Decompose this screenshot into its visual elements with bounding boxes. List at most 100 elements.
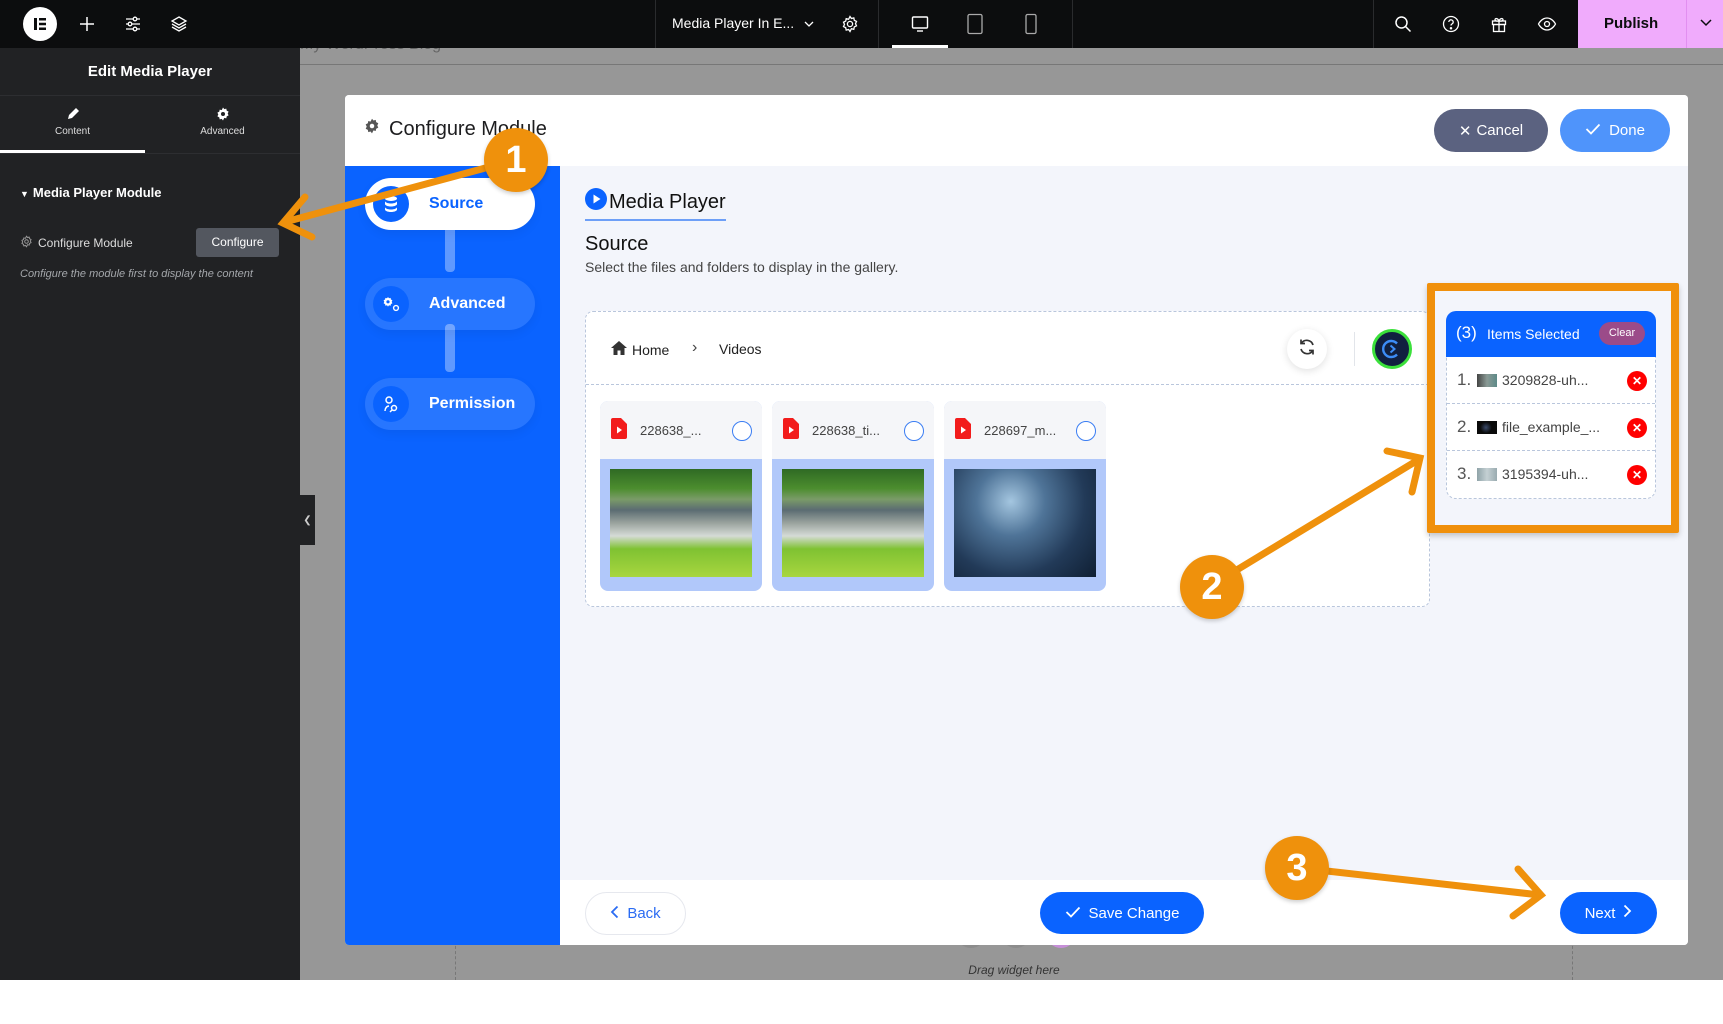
video-thumbnail <box>610 469 752 577</box>
step-permission[interactable]: Permission <box>365 378 535 430</box>
breadcrumb-home-label: Home <box>632 341 670 358</box>
file-select-radio[interactable] <box>1076 421 1096 441</box>
back-button[interactable]: Back <box>585 892 686 935</box>
item-name: 3209828-uh... <box>1502 372 1589 388</box>
chevron-right-icon <box>1623 904 1632 922</box>
steps-nav: Source Advanced Permission <box>345 166 560 945</box>
video-thumbnail <box>954 469 1096 577</box>
step-advanced-label: Advanced <box>429 295 506 312</box>
configure-hint: Configure the module first to display th… <box>20 268 253 280</box>
toolbar-divider <box>1354 332 1355 366</box>
tab-advanced[interactable]: Advanced <box>150 106 295 137</box>
breadcrumb-current[interactable]: Videos <box>719 341 762 357</box>
next-button[interactable]: Next <box>1560 892 1657 934</box>
section-description: Select the files and folders to display … <box>585 259 899 275</box>
file-name: 228638_... <box>640 423 702 438</box>
back-label: Back <box>627 905 661 922</box>
module-name-text: Media Player <box>609 190 726 213</box>
section-title: Media Player Module <box>32 185 162 200</box>
gift-icon[interactable] <box>1487 12 1511 36</box>
page-title-dropdown[interactable]: Media Player In E... <box>672 15 794 31</box>
active-device-indicator <box>892 45 948 48</box>
chevron-left-icon <box>610 905 619 923</box>
chevron-down-icon[interactable] <box>797 12 821 36</box>
tab-content-label: Content <box>54 126 91 137</box>
video-file-icon <box>955 418 971 444</box>
selected-label: Items Selected <box>1487 326 1580 342</box>
panel-divider <box>0 95 300 96</box>
section-toggle-media-player-module[interactable]: ▼ Media Player Module <box>20 185 162 200</box>
tab-content[interactable]: Content <box>0 106 145 137</box>
play-circle-icon <box>585 188 607 216</box>
layers-icon[interactable] <box>167 12 191 36</box>
desktop-icon[interactable] <box>908 12 932 36</box>
search-icon[interactable] <box>1391 12 1415 36</box>
eye-icon[interactable] <box>1535 12 1559 36</box>
refresh-icon <box>1298 338 1316 361</box>
file-card[interactable]: 228638_ti... <box>772 401 934 591</box>
save-label: Save Change <box>1088 904 1180 922</box>
file-name: 228638_ti... <box>812 423 880 438</box>
selected-count: (3) <box>1456 323 1477 342</box>
tab-advanced-label: Advanced <box>200 126 245 137</box>
page-settings-gear-icon[interactable] <box>838 12 862 36</box>
remove-item-icon[interactable]: ✕ <box>1627 465 1647 485</box>
caret-down-icon: ▼ <box>20 189 29 199</box>
panel-divider <box>0 153 300 154</box>
done-button[interactable]: Done <box>1560 109 1670 152</box>
collapse-panel-toggle[interactable]: ❮ <box>300 495 315 545</box>
file-select-radio[interactable] <box>904 421 924 441</box>
dialog-footer: Back Save Change Next <box>560 880 1688 945</box>
app-logo-icon[interactable] <box>1372 329 1412 369</box>
selected-items-panel: (3) Items Selected Clear 1. 3209828-uh..… <box>1446 311 1656 499</box>
step-connector <box>445 324 455 372</box>
publish-options-chevron-icon[interactable] <box>1698 14 1714 35</box>
breadcrumb-home[interactable]: Home <box>610 340 669 359</box>
cancel-label: Cancel <box>1476 122 1524 139</box>
toolbar-divider <box>655 0 656 48</box>
toolbar-divider <box>878 0 879 48</box>
next-label: Next <box>1584 904 1616 922</box>
item-number: 3. <box>1457 464 1472 483</box>
selected-items-header: (3) Items Selected Clear <box>1446 311 1656 357</box>
cog-outline-icon <box>20 235 33 251</box>
step-source-label: Source <box>429 195 484 212</box>
elementor-logo-icon[interactable] <box>23 7 57 41</box>
step-connector <box>445 224 455 272</box>
breadcrumb-bar: Home › Videos <box>586 312 1429 385</box>
sliders-icon[interactable] <box>121 12 145 36</box>
canvas-divider <box>300 64 1723 65</box>
clear-selection-button[interactable]: Clear <box>1599 322 1645 345</box>
video-file-icon <box>611 418 627 444</box>
step-permission-label: Permission <box>429 395 516 412</box>
file-browser: Home › Videos 228638_... 228638_ti... 22… <box>585 311 1430 607</box>
panel-title: Edit Media Player <box>87 63 213 80</box>
file-name: 228697_m... <box>984 423 1057 438</box>
chevron-right-icon: › <box>692 339 698 356</box>
mobile-icon[interactable] <box>1019 12 1043 36</box>
publish-button-group: Publish <box>1578 0 1723 48</box>
section-heading: Source <box>585 233 649 255</box>
file-card-header: 228638_ti... <box>772 401 934 459</box>
tablet-icon[interactable] <box>963 12 987 36</box>
item-thumbnail <box>1477 374 1497 387</box>
item-name: 3195394-uh... <box>1502 466 1589 482</box>
remove-item-icon[interactable]: ✕ <box>1627 418 1647 438</box>
file-select-radio[interactable] <box>732 421 752 441</box>
check-icon <box>1585 122 1601 139</box>
video-file-icon <box>783 418 799 444</box>
toolbar-divider <box>1373 0 1374 48</box>
refresh-button[interactable] <box>1287 329 1327 369</box>
save-change-button[interactable]: Save Change <box>1040 892 1204 934</box>
remove-item-icon[interactable]: ✕ <box>1627 371 1647 391</box>
file-card[interactable]: 228638_... <box>600 401 762 591</box>
item-name: file_example_... <box>1502 419 1601 435</box>
top-toolbar: Media Player In E... Publish <box>0 0 1723 48</box>
cancel-button[interactable]: ✕ Cancel <box>1434 109 1548 152</box>
file-card[interactable]: 228697_m... <box>944 401 1106 591</box>
help-icon[interactable] <box>1439 12 1463 36</box>
step-advanced[interactable]: Advanced <box>365 278 535 330</box>
publish-button[interactable]: Publish <box>1604 15 1658 32</box>
configure-button[interactable]: Configure <box>196 228 279 257</box>
plus-icon[interactable] <box>75 12 99 36</box>
